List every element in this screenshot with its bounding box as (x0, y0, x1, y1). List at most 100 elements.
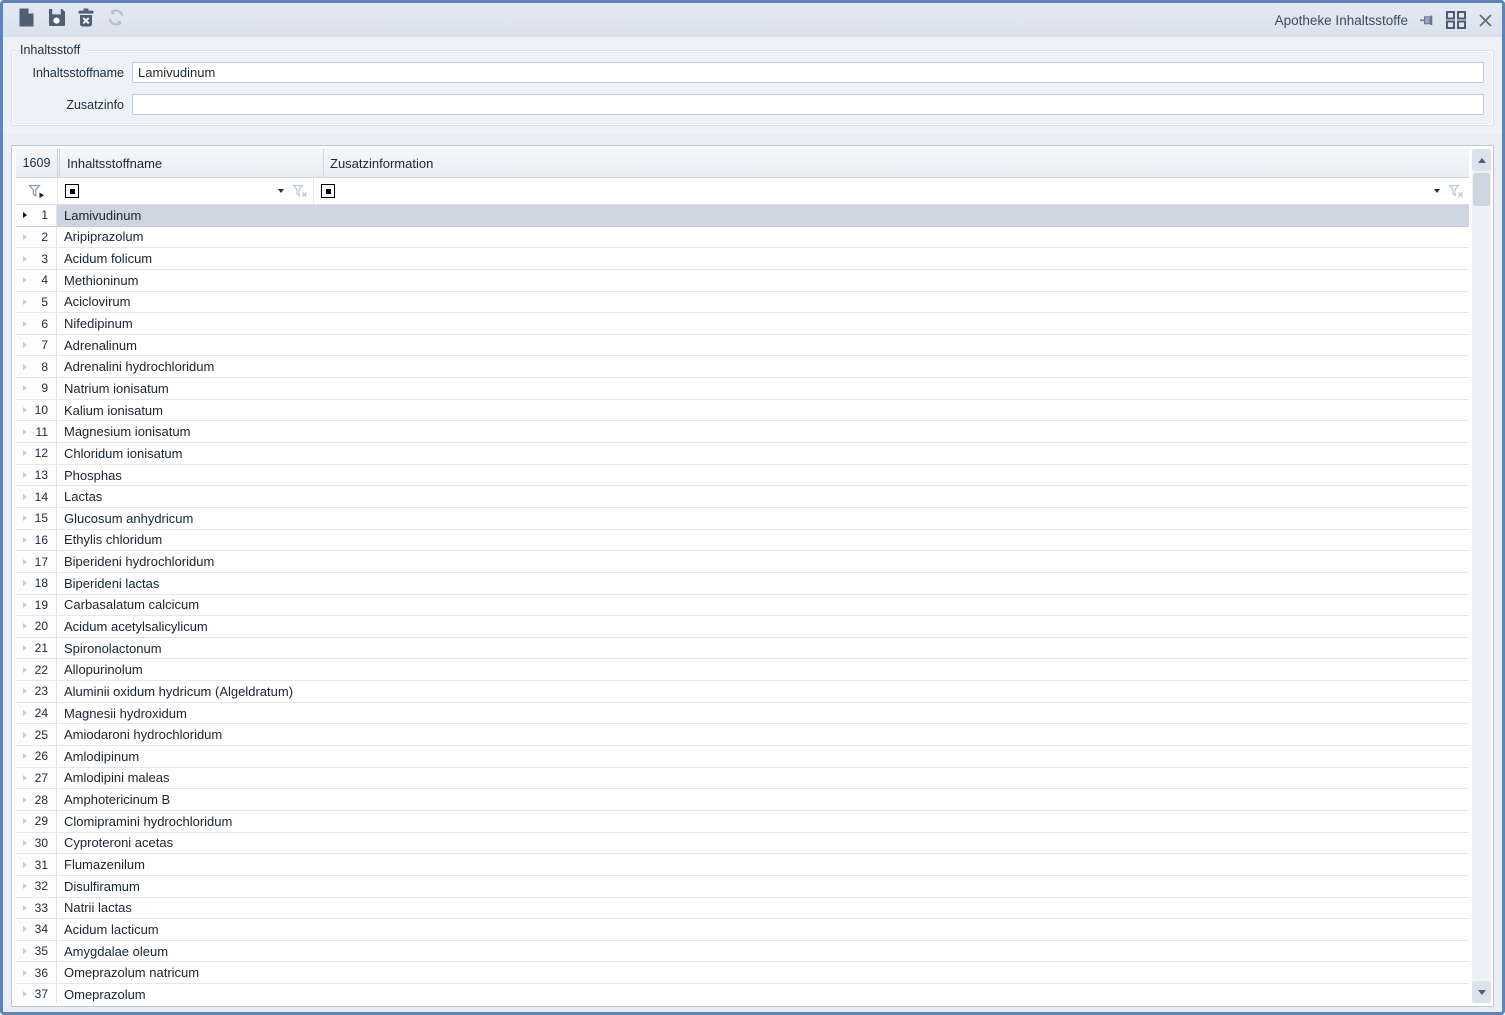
cell-inhaltsstoffname[interactable]: Biperideni lactas (57, 573, 1469, 594)
row-header[interactable]: 23 (16, 681, 57, 702)
cell-inhaltsstoffname[interactable]: Amlodipini maleas (57, 768, 1469, 789)
cell-inhaltsstoffname[interactable]: Aluminii oxidum hydricum (Algeldratum) (57, 681, 1469, 702)
cell-inhaltsstoffname[interactable]: Amygdalae oleum (57, 941, 1469, 962)
cell-inhaltsstoffname[interactable]: Aciclovirum (57, 292, 1469, 313)
cell-inhaltsstoffname[interactable]: Natrium ionisatum (57, 378, 1469, 399)
filter-dropdown-icon[interactable] (1434, 189, 1440, 193)
row-header[interactable]: 10 (16, 399, 57, 421)
row-header[interactable]: 16 (16, 529, 57, 551)
table-row[interactable]: 11 Magnesium ionisatum (16, 421, 1469, 444)
filter-dropdown-icon[interactable] (278, 189, 284, 193)
cell-inhaltsstoffname[interactable]: Methioninum (57, 270, 1469, 291)
cell-inhaltsstoffname[interactable]: Clomipramini hydrochloridum (57, 811, 1469, 832)
row-header[interactable]: 33 (16, 897, 57, 919)
table-row[interactable]: 33 Natrii lactas (16, 897, 1469, 920)
filter-operator-icon[interactable] (65, 184, 79, 198)
table-row[interactable]: 17 Biperideni hydrochloridum (16, 551, 1469, 573)
row-header[interactable]: 24 (16, 702, 57, 724)
table-row[interactable]: 28 Amphotericinum B (16, 789, 1469, 811)
table-row[interactable]: 35 Amygdalae oleum (16, 940, 1469, 963)
row-header[interactable]: 12 (16, 443, 57, 464)
cell-inhaltsstoffname[interactable]: Carbasalatum calcicum (57, 595, 1469, 616)
table-row[interactable]: 23 Aluminii oxidum hydricum (Algeldratum… (16, 681, 1469, 703)
cell-inhaltsstoffname[interactable]: Biperideni hydrochloridum (57, 551, 1469, 572)
row-header[interactable]: 2 (16, 226, 57, 248)
close-button[interactable] (1478, 13, 1493, 28)
row-header[interactable]: 37 (16, 984, 57, 1003)
refresh-button[interactable] (103, 7, 129, 33)
row-header[interactable]: 3 (16, 248, 57, 269)
table-row[interactable]: 20 Acidum acetylsalicylicum (16, 616, 1469, 638)
cell-inhaltsstoffname[interactable]: Amiodaroni hydrochloridum (57, 724, 1469, 745)
table-row[interactable]: 13 Phosphas (16, 464, 1469, 487)
cell-inhaltsstoffname[interactable]: Flumazenilum (57, 854, 1469, 875)
row-header[interactable]: 14 (16, 486, 57, 507)
table-row[interactable]: 8 Adrenalini hydrochloridum (16, 356, 1469, 379)
cell-inhaltsstoffname[interactable]: Lamivudinum (57, 205, 1469, 226)
table-row[interactable]: 2 Aripiprazolum (16, 226, 1469, 249)
row-header[interactable]: 21 (16, 637, 57, 659)
table-row[interactable]: 24 Magnesii hydroxidum (16, 702, 1469, 725)
new-document-button[interactable] (13, 7, 39, 33)
row-header[interactable]: 18 (16, 572, 57, 594)
clear-filter-icon[interactable] (1448, 184, 1464, 198)
inhaltsstoffname-field[interactable] (132, 62, 1484, 83)
cell-inhaltsstoffname[interactable]: Ethylis chloridum (57, 530, 1469, 551)
row-header[interactable]: 20 (16, 616, 57, 637)
clear-filter-icon[interactable] (292, 184, 308, 198)
cell-inhaltsstoffname[interactable]: Spironolactonum (57, 638, 1469, 659)
table-row[interactable]: 3 Acidum folicum (16, 248, 1469, 270)
row-header[interactable]: 8 (16, 356, 57, 378)
column-header-inhaltsstoffname[interactable]: Inhaltsstoffname (60, 149, 324, 177)
table-row[interactable]: 30 Cyproteroni acetas (16, 832, 1469, 855)
row-header[interactable]: 17 (16, 551, 57, 572)
table-row[interactable]: 29 Clomipramini hydrochloridum (16, 810, 1469, 833)
cell-inhaltsstoffname[interactable]: Chloridum ionisatum (57, 443, 1469, 464)
table-row[interactable]: 14 Lactas (16, 486, 1469, 508)
cell-inhaltsstoffname[interactable]: Omeprazolum (57, 984, 1469, 1003)
cell-inhaltsstoffname[interactable]: Natrii lactas (57, 898, 1469, 919)
row-header[interactable]: 36 (16, 962, 57, 984)
cell-inhaltsstoffname[interactable]: Nifedipinum (57, 313, 1469, 334)
table-row[interactable]: 16 Ethylis chloridum (16, 529, 1469, 552)
filter-cell-inhaltsstoffname[interactable] (58, 178, 314, 204)
layout-tiles-button[interactable] (1445, 10, 1467, 30)
cell-inhaltsstoffname[interactable]: Lactas (57, 486, 1469, 507)
table-row[interactable]: 12 Chloridum ionisatum (16, 443, 1469, 465)
table-row[interactable]: 7 Adrenalinum (16, 334, 1469, 357)
cell-inhaltsstoffname[interactable]: Kalium ionisatum (57, 400, 1469, 421)
table-row[interactable]: 32 Disulfiramum (16, 875, 1469, 898)
table-row[interactable]: 6 Nifedipinum (16, 313, 1469, 335)
cell-inhaltsstoffname[interactable]: Magnesium ionisatum (57, 421, 1469, 442)
cell-inhaltsstoffname[interactable]: Phosphas (57, 465, 1469, 486)
row-header[interactable]: 11 (16, 421, 57, 443)
row-header[interactable]: 27 (16, 767, 57, 789)
cell-inhaltsstoffname[interactable]: Allopurinolum (57, 659, 1469, 680)
table-row[interactable]: 34 Acidum lacticum (16, 919, 1469, 941)
row-header[interactable]: 6 (16, 313, 57, 334)
row-header[interactable]: 32 (16, 875, 57, 897)
row-header[interactable]: 5 (16, 291, 57, 313)
row-header[interactable]: 26 (16, 746, 57, 767)
row-header[interactable]: 19 (16, 594, 57, 616)
row-header[interactable]: 1 (16, 205, 57, 226)
table-row[interactable]: 10 Kalium ionisatum (16, 399, 1469, 422)
table-row[interactable]: 9 Natrium ionisatum (16, 378, 1469, 400)
cell-inhaltsstoffname[interactable]: Amphotericinum B (57, 789, 1469, 810)
table-row[interactable]: 15 Glucosum anhydricum (16, 507, 1469, 530)
row-header[interactable]: 25 (16, 724, 57, 746)
row-header[interactable]: 31 (16, 854, 57, 875)
row-header[interactable]: 28 (16, 789, 57, 810)
table-row[interactable]: 26 Amlodipinum (16, 746, 1469, 768)
row-header[interactable]: 15 (16, 507, 57, 529)
zusatzinfo-field[interactable] (132, 94, 1484, 115)
table-row[interactable]: 19 Carbasalatum calcicum (16, 594, 1469, 617)
row-header[interactable]: 4 (16, 269, 57, 291)
row-header[interactable]: 9 (16, 378, 57, 399)
table-row[interactable]: 25 Amiodaroni hydrochloridum (16, 724, 1469, 747)
cell-inhaltsstoffname[interactable]: Aripiprazolum (57, 227, 1469, 248)
table-row[interactable]: 4 Methioninum (16, 269, 1469, 292)
cell-inhaltsstoffname[interactable]: Amlodipinum (57, 746, 1469, 767)
cell-inhaltsstoffname[interactable]: Magnesii hydroxidum (57, 703, 1469, 724)
table-row[interactable]: 31 Flumazenilum (16, 854, 1469, 876)
